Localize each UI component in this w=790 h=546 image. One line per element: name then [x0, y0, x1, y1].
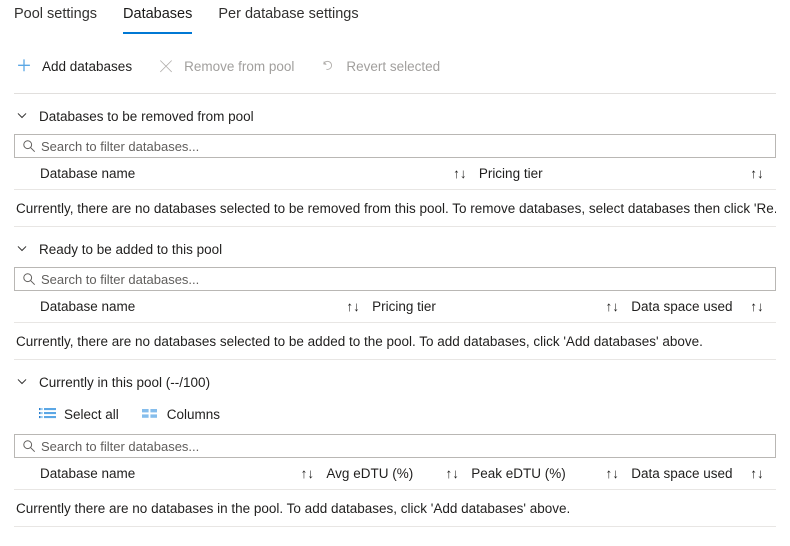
column-header-avg-edtu[interactable]: Avg eDTU (%) ↑↓ — [326, 458, 472, 490]
search-box-ready[interactable] — [14, 267, 776, 291]
select-all-icon — [38, 405, 56, 423]
column-label: Peak eDTU (%) — [471, 466, 566, 481]
section-header-currently-in-pool[interactable]: Currently in this pool (--/100) — [14, 369, 776, 395]
column-label: Pricing tier — [478, 166, 543, 181]
search-icon — [21, 438, 37, 454]
empty-state-message-pool: Currently there are no databases in the … — [14, 490, 776, 527]
sort-icon[interactable]: ↑↓ — [748, 466, 766, 482]
command-bar-divider — [14, 93, 776, 94]
sort-icon[interactable]: ↑↓ — [451, 166, 469, 182]
remove-from-pool-button[interactable]: Remove from pool — [156, 56, 294, 76]
table-databases-to-be-removed: Database name ↑↓ Pricing tier ↑↓ — [14, 158, 776, 190]
section-title: Databases to be removed from pool — [39, 108, 254, 124]
tab-databases[interactable]: Databases — [123, 6, 193, 34]
sort-icon[interactable]: ↑↓ — [443, 466, 461, 482]
sort-icon[interactable]: ↑↓ — [748, 299, 766, 315]
section-currently-in-pool: Currently in this pool (--/100) Select a… — [0, 369, 790, 527]
search-input-pool[interactable] — [41, 436, 769, 456]
column-label: Data space used — [631, 466, 733, 481]
table-currently-in-pool: Database name ↑↓ Avg eDTU (%) ↑↓ Peak eD… — [14, 458, 776, 490]
sort-icon[interactable]: ↑↓ — [344, 299, 362, 315]
column-header-database-name[interactable]: Database name ↑↓ — [14, 158, 479, 190]
column-header-data-space-used[interactable]: Data space used ↑↓ — [631, 291, 776, 323]
column-header-data-space-used[interactable]: Data space used ↑↓ — [631, 458, 776, 490]
section-title: Ready to be added to this pool — [39, 241, 223, 257]
section-ready-to-be-added: Ready to be added to this pool Database … — [0, 236, 790, 360]
empty-state-message-removed: Currently, there are no databases select… — [14, 190, 776, 227]
add-databases-button[interactable]: Add databases — [14, 56, 132, 76]
chevron-down-icon — [14, 374, 30, 390]
section-header-ready-to-be-added[interactable]: Ready to be added to this pool — [14, 236, 776, 262]
tab-strip: Pool settings Databases Per database set… — [0, 0, 790, 34]
column-header-database-name[interactable]: Database name ↑↓ — [14, 458, 327, 490]
column-label: Database name — [40, 299, 136, 314]
tab-per-database-settings[interactable]: Per database settings — [218, 6, 358, 34]
column-header-pricing-tier[interactable]: Pricing tier ↑↓ — [372, 291, 632, 323]
search-icon — [21, 271, 37, 287]
columns-button[interactable]: Columns — [141, 405, 220, 423]
column-header-database-name[interactable]: Database name ↑↓ — [14, 291, 373, 323]
select-all-button[interactable]: Select all — [38, 405, 119, 423]
command-bar: Add databases Remove from pool Revert se… — [0, 48, 790, 84]
section-title: Currently in this pool (--/100) — [39, 374, 211, 390]
columns-label: Columns — [166, 406, 221, 422]
select-all-label: Select all — [64, 406, 119, 422]
sort-icon[interactable]: ↑↓ — [603, 466, 621, 482]
close-x-icon — [156, 56, 176, 76]
column-label: Data space used — [631, 299, 733, 314]
chevron-down-icon — [14, 241, 30, 257]
section-databases-to-be-removed: Databases to be removed from pool Databa… — [0, 103, 790, 227]
pool-table-command-bar: Select all Columns — [14, 399, 776, 429]
search-input-removed[interactable] — [41, 136, 769, 156]
search-input-ready[interactable] — [41, 269, 769, 289]
search-box-removed[interactable] — [14, 134, 776, 158]
sort-icon[interactable]: ↑↓ — [298, 466, 316, 482]
add-databases-label: Add databases — [42, 58, 133, 74]
remove-from-pool-label: Remove from pool — [184, 58, 295, 74]
column-label: Pricing tier — [372, 299, 436, 314]
column-label: Database name — [40, 166, 136, 181]
chevron-down-icon — [14, 108, 30, 124]
search-box-pool[interactable] — [14, 434, 776, 458]
undo-icon — [318, 56, 338, 76]
columns-icon — [141, 405, 159, 423]
table-header-row: Database name ↑↓ Pricing tier ↑↓ — [14, 158, 776, 190]
column-label: Database name — [40, 466, 136, 481]
table-header-row: Database name ↑↓ Avg eDTU (%) ↑↓ Peak eD… — [14, 458, 776, 490]
column-label: Avg eDTU (%) — [326, 466, 414, 481]
table-ready-to-be-added: Database name ↑↓ Pricing tier ↑↓ Data sp… — [14, 291, 776, 323]
search-icon — [21, 138, 37, 154]
tab-pool-settings[interactable]: Pool settings — [14, 6, 97, 34]
column-header-peak-edtu[interactable]: Peak eDTU (%) ↑↓ — [471, 458, 632, 490]
revert-selected-button[interactable]: Revert selected — [318, 56, 440, 76]
sort-icon[interactable]: ↑↓ — [748, 166, 766, 182]
column-header-pricing-tier[interactable]: Pricing tier ↑↓ — [478, 158, 776, 190]
section-header-databases-to-be-removed[interactable]: Databases to be removed from pool — [14, 103, 776, 129]
table-header-row: Database name ↑↓ Pricing tier ↑↓ Data sp… — [14, 291, 776, 323]
empty-state-message-ready: Currently, there are no databases select… — [14, 323, 776, 360]
revert-selected-label: Revert selected — [346, 58, 441, 74]
sort-icon[interactable]: ↑↓ — [603, 299, 621, 315]
plus-icon — [14, 56, 34, 76]
